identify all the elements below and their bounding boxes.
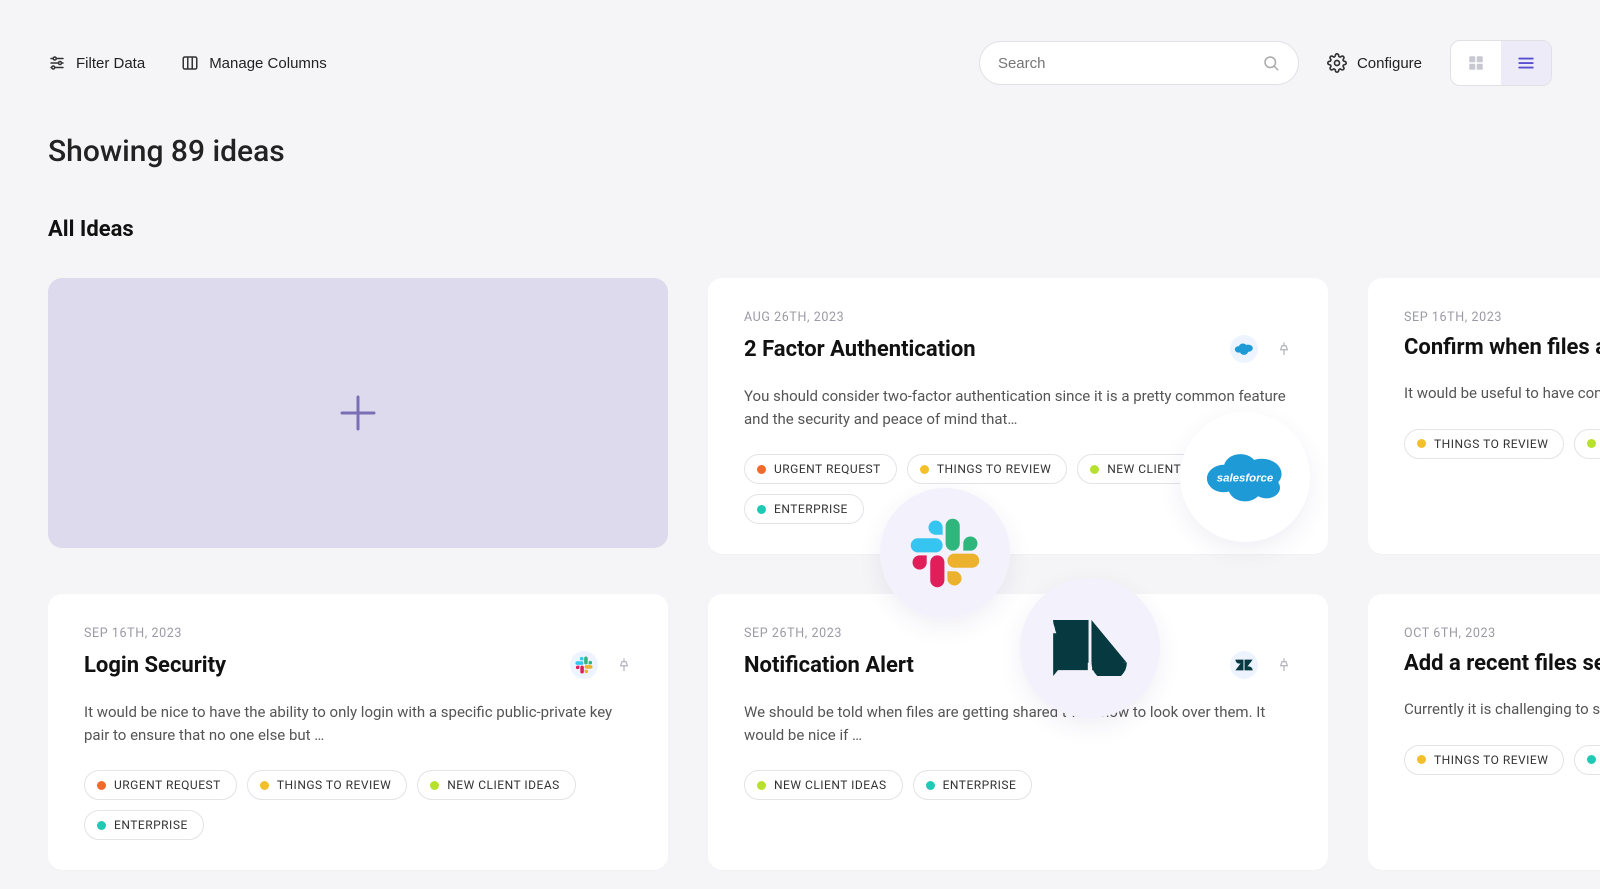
- tag[interactable]: THINGS TO REVIEW: [1404, 429, 1564, 459]
- slack-bubble: [880, 488, 1010, 618]
- filter-data-label: Filter Data: [76, 55, 145, 72]
- card-tags: NEW CLIENT IDEAS ENTERPRISE: [744, 770, 1292, 800]
- manage-columns-button[interactable]: Manage Columns: [181, 54, 327, 72]
- tag-dot: [757, 781, 766, 790]
- toolbar: Filter Data Manage Columns Configure: [48, 40, 1552, 86]
- tag-label: NEW CLIENT IDEAS: [447, 778, 560, 792]
- card-tags: THINGS TO REVIEW NEW CLIENT IDEAS: [1404, 429, 1600, 459]
- tag-label: URGENT REQUEST: [114, 778, 221, 792]
- configure-button[interactable]: Configure: [1327, 53, 1422, 73]
- pin-icon[interactable]: [1276, 657, 1292, 673]
- tag[interactable]: THINGS TO REVIEW: [247, 770, 407, 800]
- tag-label: ENTERPRISE: [114, 818, 188, 832]
- tag-dot: [430, 781, 439, 790]
- card-description: It would be nice to have the ability to …: [84, 701, 632, 746]
- card-title: Add a recent files se: [1404, 651, 1600, 676]
- tag[interactable]: NEW CLIENT IDEAS: [417, 770, 576, 800]
- tag-dot: [260, 781, 269, 790]
- results-heading: Showing 89 ideas: [48, 134, 1552, 169]
- columns-icon: [181, 54, 199, 72]
- card-date: OCT 6TH, 2023: [1404, 626, 1600, 641]
- tag-dot: [1090, 465, 1099, 474]
- tag-dot: [1417, 439, 1426, 448]
- new-idea-card[interactable]: [48, 278, 668, 548]
- section-title: All Ideas: [48, 217, 1552, 242]
- manage-columns-label: Manage Columns: [209, 55, 327, 72]
- tag[interactable]: ENTERPRISE: [744, 494, 864, 524]
- slack-icon: [570, 651, 598, 679]
- tag-dot: [757, 505, 766, 514]
- filter-data-button[interactable]: Filter Data: [48, 54, 145, 72]
- tag[interactable]: NEW CLIENT IDEAS: [1574, 429, 1600, 459]
- tag[interactable]: NEW CLIENT IDEAS: [744, 770, 903, 800]
- tag-dot: [757, 465, 766, 474]
- tag-dot: [97, 781, 106, 790]
- card-description: Currently it is challenging to s having …: [1404, 698, 1600, 721]
- grid-view-button[interactable]: [1451, 41, 1501, 85]
- tag-dot: [1417, 755, 1426, 764]
- tag-label: URGENT REQUEST: [774, 462, 881, 476]
- card-date: SEP 16TH, 2023: [1404, 310, 1600, 325]
- tag-dot: [1587, 755, 1596, 764]
- idea-card[interactable]: SEP 16TH, 2023 Confirm when files ar It wo…: [1368, 278, 1600, 554]
- zendesk-icon: [1053, 620, 1127, 676]
- card-description: It would be useful to have con other use…: [1404, 382, 1600, 405]
- card-title: Confirm when files ar: [1404, 335, 1600, 360]
- slack-icon: [909, 517, 981, 589]
- tag-label: ENTERPRISE: [774, 502, 848, 516]
- idea-card[interactable]: SEP 26TH, 2023 Notification Alert We shoul…: [708, 594, 1328, 870]
- plus-icon: [334, 389, 382, 437]
- tag-label: THINGS TO REVIEW: [937, 462, 1051, 476]
- card-description: We should be told when files are getting…: [744, 701, 1292, 746]
- zendesk-icon: [1230, 651, 1258, 679]
- tag-dot: [926, 781, 935, 790]
- tag[interactable]: THINGS TO REVIEW: [907, 454, 1067, 484]
- card-date: SEP 26TH, 2023: [744, 626, 1292, 641]
- search-icon: [1262, 54, 1280, 72]
- pin-icon[interactable]: [616, 657, 632, 673]
- tag[interactable]: ENTERPRISE: [84, 810, 204, 840]
- pin-icon[interactable]: [1276, 341, 1292, 357]
- configure-label: Configure: [1357, 55, 1422, 72]
- card-title: Notification Alert: [744, 653, 914, 678]
- tag-label: NEW CLIENT IDEAS: [774, 778, 887, 792]
- sliders-icon: [48, 54, 66, 72]
- idea-card[interactable]: OCT 6TH, 2023 Add a recent files se Curren…: [1368, 594, 1600, 870]
- tag-label: THINGS TO REVIEW: [1434, 437, 1548, 451]
- tag-label: THINGS TO REVIEW: [277, 778, 391, 792]
- tag-label: THINGS TO REVIEW: [1434, 753, 1548, 767]
- tag-dot: [97, 821, 106, 830]
- gear-icon: [1327, 53, 1347, 73]
- tag[interactable]: THINGS TO REVIEW: [1404, 745, 1564, 775]
- svg-text:salesforce: salesforce: [1217, 473, 1274, 485]
- salesforce-icon: [1230, 335, 1258, 363]
- card-title: Login Security: [84, 653, 226, 678]
- tag[interactable]: URGENT REQUEST: [84, 770, 237, 800]
- grid-icon: [1467, 54, 1485, 72]
- list-icon: [1516, 54, 1536, 72]
- tag[interactable]: ENTERPRISE: [913, 770, 1033, 800]
- tag[interactable]: [1574, 745, 1600, 775]
- view-switch: [1450, 40, 1552, 86]
- tag-label: ENTERPRISE: [943, 778, 1017, 792]
- salesforce-bubble: salesforce: [1180, 412, 1310, 542]
- card-tags: URGENT REQUEST THINGS TO REVIEW NEW CLIENT…: [84, 770, 632, 840]
- card-date: AUG 26TH, 2023: [744, 310, 1292, 325]
- list-view-button[interactable]: [1501, 41, 1551, 85]
- tag-dot: [920, 465, 929, 474]
- tag-dot: [1587, 439, 1596, 448]
- tag[interactable]: URGENT REQUEST: [744, 454, 897, 484]
- search-input-wrapper[interactable]: [979, 41, 1299, 85]
- idea-card[interactable]: SEP 16TH, 2023 Login Security It would be …: [48, 594, 668, 870]
- card-date: SEP 16TH, 2023: [84, 626, 632, 641]
- zendesk-bubble: [1020, 578, 1160, 718]
- card-tags: THINGS TO REVIEW: [1404, 745, 1600, 775]
- search-input[interactable]: [998, 55, 1262, 72]
- card-title: 2 Factor Authentication: [744, 337, 976, 362]
- salesforce-icon: salesforce: [1199, 445, 1291, 509]
